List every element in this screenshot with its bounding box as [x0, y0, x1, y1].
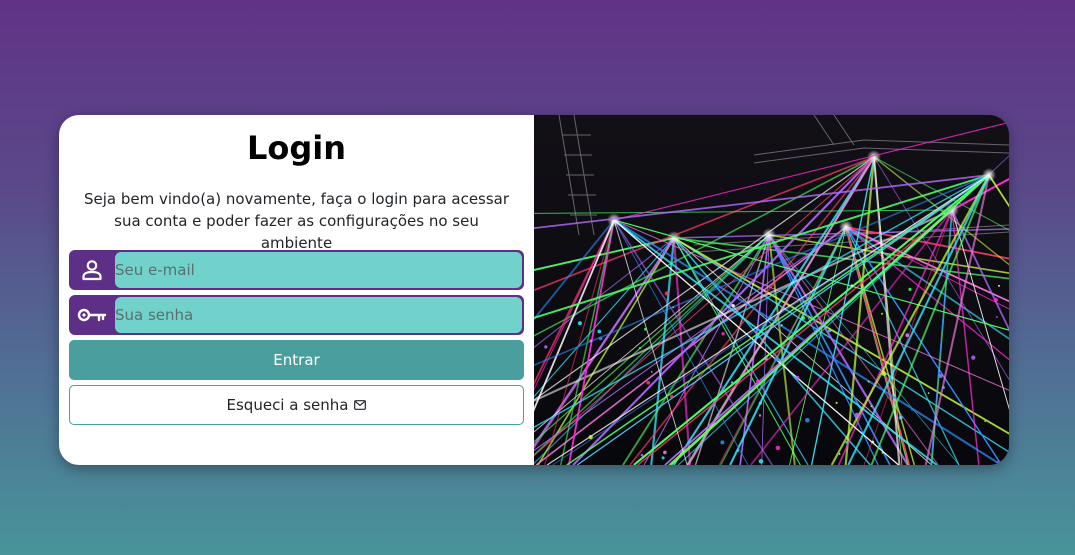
login-panel: Login Seja bem vindo(a) novamente, faça … — [59, 115, 534, 465]
key-icon — [69, 295, 115, 335]
email-field-group — [69, 250, 524, 290]
laser-lights-image — [534, 115, 1009, 465]
forgot-password-button[interactable]: Esqueci a senha — [69, 385, 524, 425]
envelope-icon — [354, 396, 367, 414]
page-title: Login — [246, 129, 347, 167]
laser-lights-image-art — [534, 115, 1009, 465]
login-card: Login Seja bem vindo(a) novamente, faça … — [59, 115, 1009, 465]
forgot-password-label: Esqueci a senha — [226, 396, 349, 414]
login-subtitle: Seja bem vindo(a) novamente, faça o logi… — [83, 190, 510, 252]
person-icon — [69, 250, 115, 290]
email-input[interactable] — [115, 252, 522, 288]
password-field-group — [69, 295, 524, 335]
submit-button[interactable]: Entrar — [69, 340, 524, 380]
password-input[interactable] — [115, 297, 522, 333]
